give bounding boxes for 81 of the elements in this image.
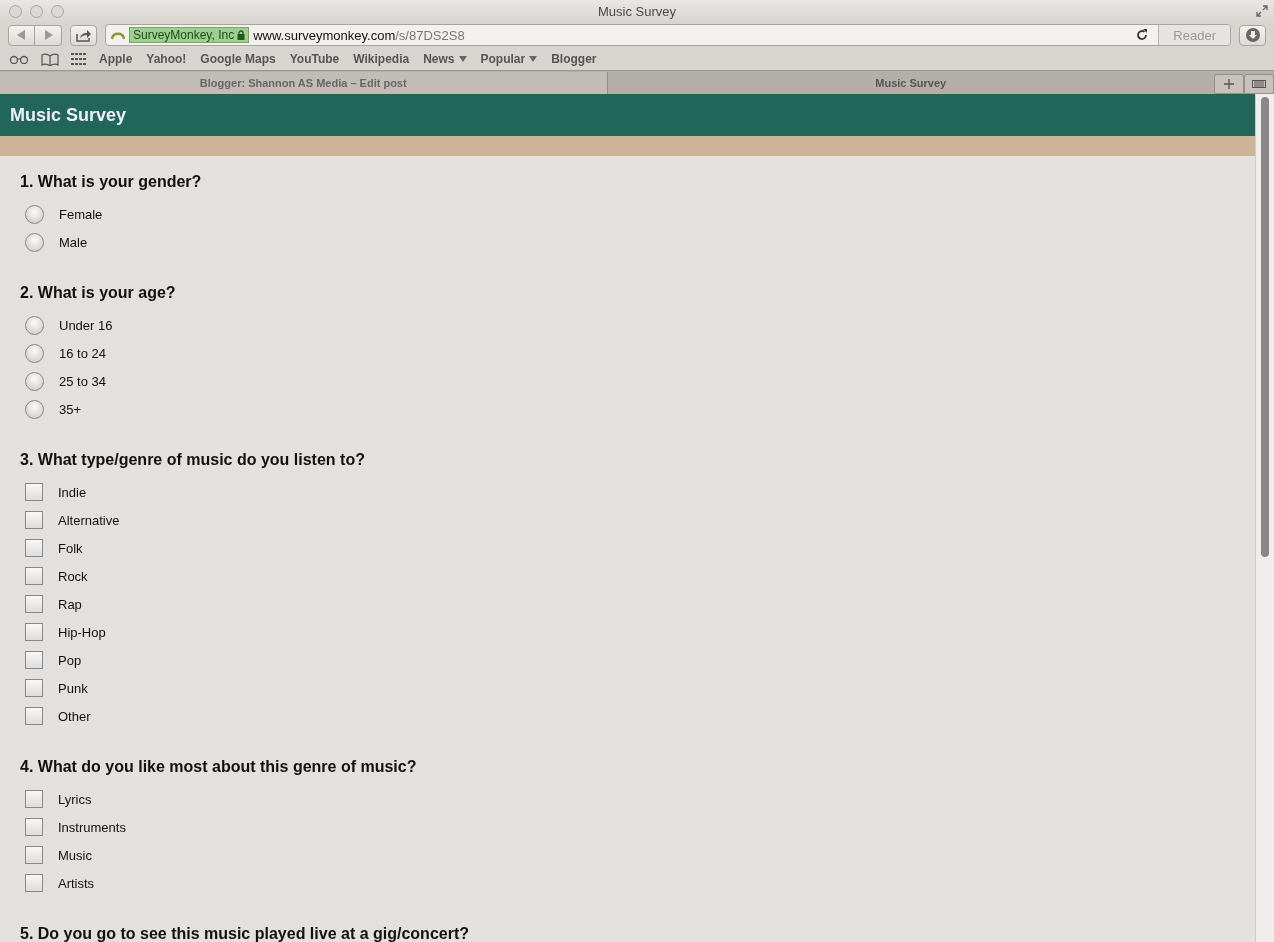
option-label: Other xyxy=(58,708,91,724)
share-icon xyxy=(75,28,92,42)
bookmarks-book-icon[interactable] xyxy=(41,52,59,66)
option-label: Punk xyxy=(58,680,88,696)
bookmark-link[interactable]: YouTube xyxy=(289,52,340,66)
option-label: Rock xyxy=(58,568,88,584)
bookmark-link[interactable]: News xyxy=(423,52,467,66)
back-arrow-icon xyxy=(17,30,26,40)
tab-overview-button[interactable] xyxy=(1244,74,1274,94)
forward-arrow-icon xyxy=(43,30,53,40)
question-title: 2. What is your age? xyxy=(20,283,177,303)
plus-icon xyxy=(1224,79,1234,89)
option-label: 35+ xyxy=(59,401,82,417)
radio-button[interactable] xyxy=(25,232,44,252)
bookmark-link[interactable]: Blogger xyxy=(551,52,597,66)
radio-button[interactable] xyxy=(25,343,44,363)
download-icon xyxy=(1244,27,1261,43)
checkbox[interactable] xyxy=(25,483,43,501)
window-title: Music Survey xyxy=(598,3,676,19)
url-text: www.surveymonkey.com/s/87DS2S8 xyxy=(253,27,465,43)
top-sites-grid-icon[interactable] xyxy=(71,53,87,65)
downloads-button[interactable] xyxy=(1239,24,1266,46)
option-label: Lyrics xyxy=(58,791,92,807)
checkbox[interactable] xyxy=(25,623,43,641)
option-label: Folk xyxy=(58,540,83,556)
tab-strip-icon xyxy=(1252,80,1266,88)
scrollbar-thumb[interactable] xyxy=(1261,97,1269,557)
new-tab-button[interactable] xyxy=(1214,74,1244,94)
lock-icon xyxy=(237,30,246,40)
question-title: 1. What is your gender? xyxy=(20,172,203,192)
browser-tab[interactable]: Blogger: Shannon AS Media – Edit post xyxy=(0,72,608,94)
forward-button[interactable] xyxy=(35,24,62,46)
radio-button[interactable] xyxy=(25,315,44,335)
option-label: Under 16 xyxy=(59,317,113,333)
question-title: 4. What do you like most about this genre of music? xyxy=(20,757,418,777)
radio-button[interactable] xyxy=(25,204,44,224)
reading-list-icon[interactable] xyxy=(9,54,29,64)
radio-button[interactable] xyxy=(25,399,44,419)
checkbox[interactable] xyxy=(25,651,43,669)
share-button[interactable] xyxy=(70,24,97,46)
scrollbar[interactable] xyxy=(1255,94,1274,942)
close-window-button[interactable] xyxy=(9,4,22,18)
option-label: Hip-Hop xyxy=(58,624,106,640)
minimize-window-button[interactable] xyxy=(30,4,43,18)
question-title: 5. Do you go to see this music played live at a gig/concert? xyxy=(20,924,470,942)
option-label: Alternative xyxy=(58,512,120,528)
bookmark-link[interactable]: Apple xyxy=(99,52,133,66)
fullscreen-icon[interactable] xyxy=(1256,5,1268,17)
reload-icon[interactable] xyxy=(1136,29,1149,41)
option-label: Rap xyxy=(58,596,82,612)
option-label: Indie xyxy=(58,484,87,500)
checkbox[interactable] xyxy=(25,679,43,697)
checkbox[interactable] xyxy=(25,707,43,725)
checkbox[interactable] xyxy=(25,874,43,892)
checkbox[interactable] xyxy=(25,846,43,864)
bookmark-link[interactable]: Wikipedia xyxy=(353,52,410,66)
back-button[interactable] xyxy=(8,24,35,46)
checkbox[interactable] xyxy=(25,790,43,808)
checkbox[interactable] xyxy=(25,567,43,585)
bookmark-link[interactable]: Google Maps xyxy=(200,52,276,66)
option-label: Artists xyxy=(58,875,95,891)
checkbox[interactable] xyxy=(25,595,43,613)
option-label: Male xyxy=(59,234,88,250)
bookmark-link[interactable]: Popular xyxy=(480,52,538,66)
option-label: Female xyxy=(59,206,103,222)
option-label: Music xyxy=(58,847,92,863)
checkbox[interactable] xyxy=(25,818,43,836)
option-label: 16 to 24 xyxy=(59,345,106,361)
site-identity-badge: SurveyMonkey, Inc xyxy=(129,27,250,43)
question-title: 3. What type/genre of music do you listen to? xyxy=(20,450,366,470)
checkbox[interactable] xyxy=(25,539,43,557)
address-bar[interactable]: SurveyMonkey, Inc www.surveymonkey.com/s/87DS2S8 Reader xyxy=(105,24,1231,46)
option-label: Pop xyxy=(58,652,82,668)
site-logo-icon xyxy=(111,30,125,40)
radio-button[interactable] xyxy=(25,371,44,391)
survey-header: Music Survey xyxy=(0,94,1255,136)
checkbox[interactable] xyxy=(25,511,43,529)
option-label: 25 to 34 xyxy=(59,373,106,389)
bookmark-link[interactable]: Yahoo! xyxy=(146,52,187,66)
zoom-window-button[interactable] xyxy=(51,4,64,18)
option-label: Instruments xyxy=(58,819,126,835)
